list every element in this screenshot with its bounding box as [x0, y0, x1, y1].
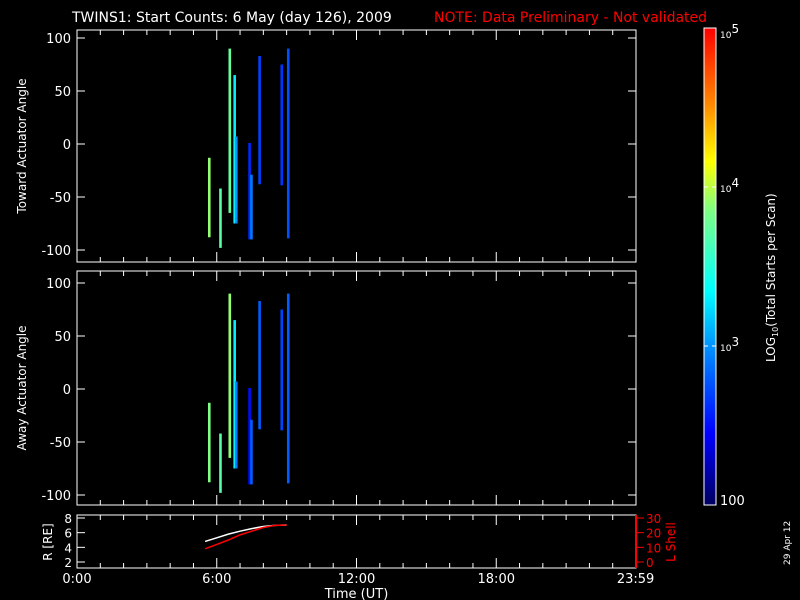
colorbar-tick-base: 10: [720, 344, 732, 354]
x-tick-label: 23:59: [617, 572, 654, 587]
y-tick-label: 100: [46, 32, 71, 47]
colorbar-tick-label: 104: [720, 176, 739, 195]
colorbar-tick-exponent: 3: [731, 335, 739, 349]
colorbar: 105104103100 LOG10(Total Starts per Scan…: [703, 22, 780, 509]
y-tick-label: -100: [41, 244, 71, 259]
x-tick-label: 0:00: [62, 572, 91, 587]
panel-frame: [76, 29, 637, 263]
data-stripe: [235, 136, 238, 224]
data-stripe: [219, 433, 222, 493]
data-stripe: [228, 293, 232, 458]
colorbar-tick-base: 100: [720, 494, 745, 509]
colorbar-tick-label: 105: [720, 22, 739, 41]
data-stripe: [280, 64, 284, 186]
x-tick-label: 18:00: [478, 572, 515, 587]
right-y-tick-label: 10: [646, 541, 661, 555]
generation-date: 29 Apr 12: [783, 521, 793, 565]
y-tick-label: -100: [41, 489, 71, 504]
y-tick-label: 0: [63, 138, 71, 153]
y-tick-label: 100: [46, 277, 71, 292]
plot-title: TWINS1: Start Counts: 6 May (day 126), 2…: [71, 10, 392, 26]
data-stripe: [250, 419, 253, 485]
data-stripe: [228, 48, 232, 213]
colorbar-tick-exponent: 5: [731, 22, 739, 36]
data-stripe: [258, 56, 261, 185]
data-stripe: [280, 309, 284, 431]
right-y-axis-label: L Shell: [664, 522, 678, 562]
colorbar-tick-label: 100: [720, 494, 745, 509]
data-stripe: [207, 157, 211, 238]
panel-toward: 100 50 0 -50 -100 Toward Actuator Angle: [15, 29, 637, 263]
x-axis-label: Time (UT): [324, 587, 389, 600]
panel-orbit: 2468 0102030 R [RE] L Shell 0:00 6:00 12:00 18:…: [41, 512, 678, 600]
y-tick-label: 4: [64, 541, 72, 555]
data-stripe: [258, 301, 261, 430]
y-axis-label: Toward Actuator Angle: [15, 78, 29, 214]
colorbar-tick-label: 103: [720, 335, 739, 354]
right-y-tick-label: 30: [646, 512, 661, 526]
twins-start-counts-plot: TWINS1: Start Counts: 6 May (day 126), 2…: [0, 0, 800, 600]
y-tick-label: 8: [64, 512, 72, 526]
preliminary-note: NOTE: Data Preliminary - Not validated: [434, 10, 707, 26]
y-tick-label: -50: [50, 191, 71, 206]
data-stripe: [207, 402, 211, 483]
right-y-tick-label: 20: [646, 527, 661, 541]
data-stripe: [219, 188, 222, 248]
data-stripe: [250, 174, 253, 240]
data-stripe: [286, 293, 290, 484]
y-axis-label: Away Actuator Angle: [15, 325, 29, 450]
y-tick-label: 50: [54, 85, 71, 100]
colorbar-tick-base: 10: [720, 185, 732, 195]
data-stripe: [235, 381, 238, 469]
data-stripe: [286, 48, 290, 239]
y-axis-label: R [RE]: [41, 523, 55, 560]
panel-away: 100 50 0 -50 -100 Away Actuator Angle: [15, 270, 637, 506]
y-tick-label: 6: [64, 527, 72, 541]
colorbar-gradient: [703, 27, 717, 506]
x-tick-label: 6:00: [202, 572, 231, 587]
x-tick-label: 12:00: [338, 572, 375, 587]
colorbar-tick-exponent: 4: [731, 176, 739, 190]
y-tick-label: -50: [50, 436, 71, 451]
y-tick-label: 0: [63, 383, 71, 398]
y-tick-label: 2: [64, 556, 72, 570]
right-y-tick-label: 0: [646, 556, 654, 570]
y-tick-label: 50: [54, 330, 71, 345]
panel-frame: [76, 270, 637, 506]
plot-canvas: TWINS1: Start Counts: 6 May (day 126), 2…: [15, 10, 793, 600]
colorbar-label: LOG10(Total Starts per Scan): [764, 193, 780, 362]
colorbar-tick-base: 10: [720, 31, 732, 41]
